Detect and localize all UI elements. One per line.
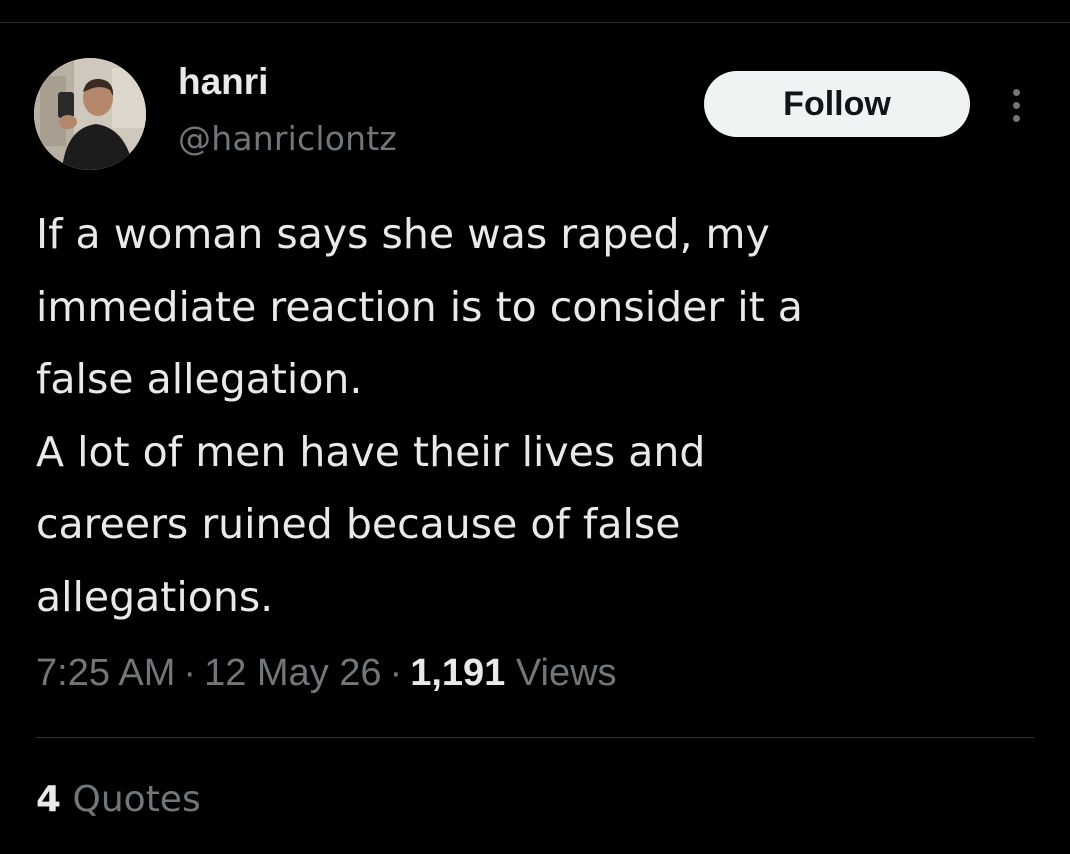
tweet-text-line: allegations. [36,572,274,621]
tweet-text-line: If a woman says she was raped, my [36,210,770,258]
tweet-text-line: careers ruined because of false [36,500,681,548]
tweet-text-line: immediate reaction is to consider it a [36,282,803,331]
quotes-link[interactable]: 4 Quotes [36,774,201,826]
tweet-header: hanri @hanriclontz Follow [0,0,1070,190]
tweet-meta: 7:25 AM · 12 May 26 · 1,191 Views [36,645,617,701]
quotes-count: 4 [36,779,62,820]
views-label[interactable]: Views [516,652,617,694]
quotes-label: Quotes [72,779,201,820]
avatar[interactable] [34,58,146,170]
author-display-name[interactable]: hanri [178,60,268,104]
tweet-date[interactable]: 12 May 26 [204,652,381,694]
profile-photo-icon [34,58,146,170]
views-count[interactable]: 1,191 [410,652,505,694]
author-handle[interactable]: @hanriclontz [178,118,397,160]
meta-separator: · [389,652,403,694]
tweet-text-line: false allegation. [36,355,363,403]
more-vertical-icon [1012,88,1020,96]
more-vertical-icon [1012,114,1020,122]
follow-button[interactable]: Follow [704,71,970,137]
meta-separator: · [183,652,197,694]
tweet-text-line: A lot of men have their lives and [36,427,706,476]
tweet-time[interactable]: 7:25 AM [36,652,175,694]
more-options-button[interactable] [998,80,1034,130]
divider [36,737,1034,738]
more-vertical-icon [1012,101,1020,109]
tweet-text: If a woman says she was raped, my immedi… [36,198,1036,633]
